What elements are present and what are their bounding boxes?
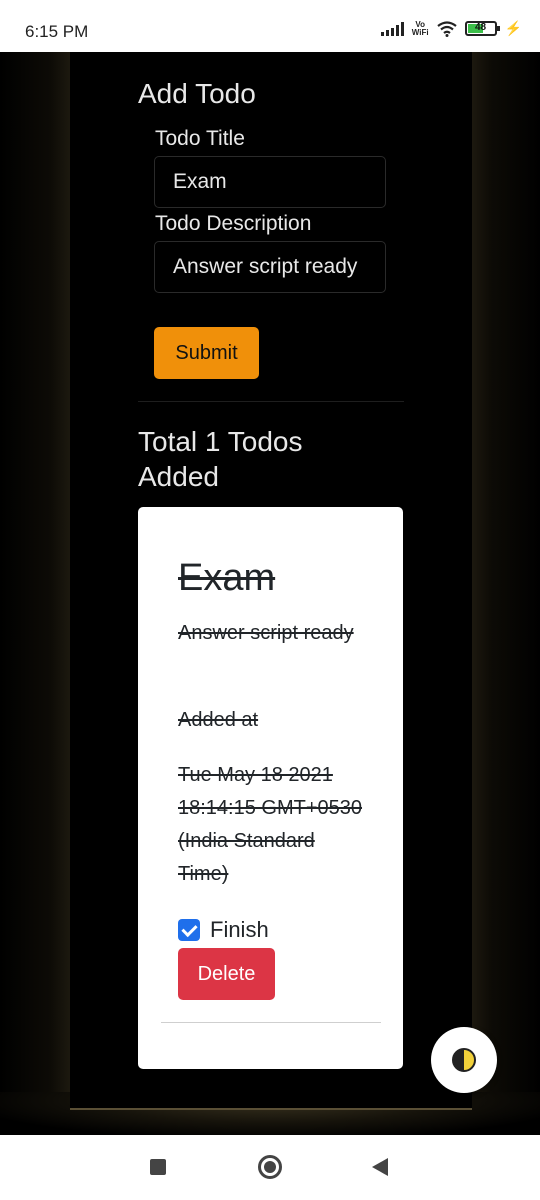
todo-title: Exam [178,557,276,599]
wifi-icon [436,20,457,37]
status-time: 6:15 PM [25,22,89,41]
todo-title-input[interactable]: Exam [154,156,386,208]
contrast-icon [452,1048,476,1072]
status-icons: Vo WiFi 48 ⚡ [380,19,522,37]
system-nav-bar [0,1135,540,1200]
home-icon[interactable] [258,1155,282,1179]
status-bar: 6:15 PM Vo WiFi 48 ⚡ [0,0,540,52]
finish-label: Finish [210,917,269,942]
todo-added-label: Added at [178,709,259,731]
todo-card: Exam Answer script ready Added at Tue Ma… [138,507,403,1069]
finish-checkbox[interactable] [178,919,200,941]
finish-toggle[interactable]: Finish [178,917,269,943]
signal-icon [380,21,404,36]
todo-description-label: Todo Description [155,212,312,235]
back-icon[interactable] [372,1158,388,1176]
todo-description-input[interactable]: Answer script ready [154,241,386,293]
recent-apps-icon[interactable] [150,1159,166,1175]
todo-title-label: Todo Title [155,127,245,150]
card-divider [161,1022,381,1023]
charging-icon: ⚡ [504,20,522,36]
theme-toggle-button[interactable] [431,1027,497,1093]
add-todo-heading: Add Todo [138,78,256,109]
vowifi-icon: Vo WiFi [411,19,429,37]
todos-count-heading: Total 1 Todos Added [138,426,303,492]
web-content: Add Todo Todo Title Exam Todo Descriptio… [0,52,540,1135]
battery-level: 48 [475,22,487,33]
divider [138,401,404,402]
submit-button[interactable]: Submit [154,327,259,379]
delete-button[interactable]: Delete [178,948,275,1000]
battery-icon: 48 [464,21,500,36]
todo-description: Answer script ready [178,622,354,644]
todo-added-timestamp: Tue May 18 2021 18:14:15 GMT+0530 (India… [178,764,363,885]
